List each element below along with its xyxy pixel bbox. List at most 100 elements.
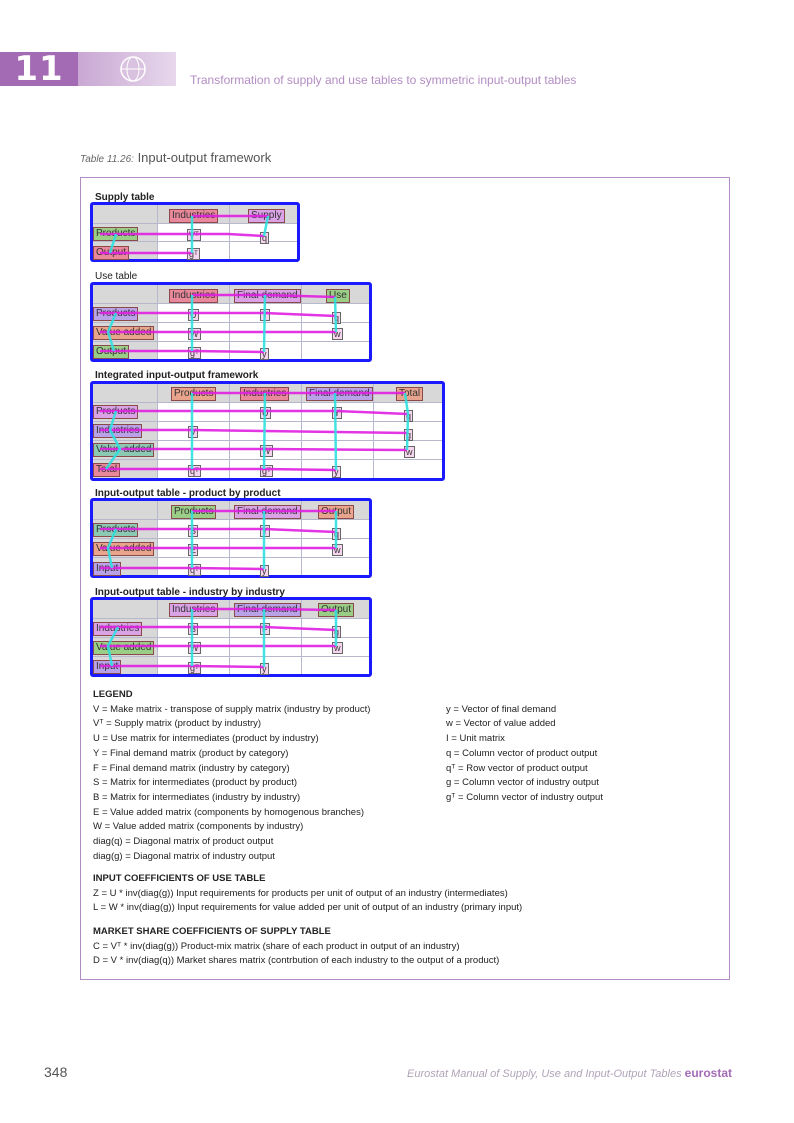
ixi-cell-w-vec: w	[332, 642, 343, 654]
use-row-value-added: Value added	[93, 326, 155, 340]
supply-cell-gt: gᵀ	[187, 248, 200, 260]
integrated-cell-y-vec: y	[332, 466, 341, 478]
chapter-number: 11	[0, 52, 78, 86]
legend-item: Y = Final demand matrix (product by cate…	[93, 747, 289, 759]
market-share-title: MARKET SHARE COEFFICIENTS OF SUPPLY TABL…	[93, 926, 331, 937]
use-cell-w-vec: w	[332, 328, 343, 340]
legend-item: Vᵀ = Supply matrix (product by industry)	[93, 718, 262, 730]
integrated-row-value-added: Value added	[93, 443, 155, 457]
legend-item: g = Column vector of industry output	[446, 777, 599, 789]
legend-item: qᵀ = Row vector of product output	[446, 762, 588, 774]
integrated-cell-u: U	[260, 407, 271, 419]
formula-line: L = W * inv(diag(g)) Input requirements …	[93, 902, 523, 914]
formula-line: C = Vᵀ * inv(diag(g)) Product-mix matrix…	[93, 940, 460, 952]
eurostat-logo: eurostat	[684, 1066, 732, 1080]
integrated-cell-v: V	[188, 426, 199, 438]
table-caption: Table 11.26: Input-output framework	[80, 150, 271, 165]
ixi-cell-g: g	[332, 626, 342, 638]
pxp-col-products: Products	[171, 505, 217, 519]
integrated-cell-q: q	[404, 410, 414, 422]
supply-row-products: Products	[93, 227, 139, 241]
pxp-cell-y: Y	[260, 525, 271, 537]
ixi-cell-y-vec: y	[260, 663, 269, 675]
use-col-use: Use	[326, 289, 350, 303]
pxp-cell-y-vec: y	[260, 565, 269, 577]
integrated-row-total: Total	[93, 463, 121, 477]
publication-title: Eurostat Manual of Supply, Use and Input…	[407, 1068, 682, 1080]
ixi-col-output: Output	[318, 603, 355, 617]
integrated-col-industries: Industries	[240, 387, 290, 401]
pxp-row-value-added: Value added	[93, 542, 155, 556]
legend: LEGEND V = Make matrix - transpose of su…	[93, 688, 370, 864]
integrated-cell-qt: qᵀ	[188, 465, 201, 477]
integrated-cell-w: W	[260, 445, 273, 457]
integrated-row-products: Products	[93, 405, 139, 419]
supply-col-industries: Industries	[169, 209, 219, 223]
pxp-cell-qt: qᵀ	[188, 564, 201, 576]
legend-title: LEGEND	[93, 689, 133, 700]
page-number: 348	[44, 1064, 68, 1080]
integrated-cell-g: g	[404, 429, 414, 441]
ixi-col-final-demand: Final demand	[234, 603, 301, 617]
legend-item: q = Column vector of product output	[446, 747, 598, 759]
pxp-col-final-demand: Final demand	[234, 505, 301, 519]
integrated-col-total: Total	[396, 387, 424, 401]
legend-item: w = Vector of value added	[446, 718, 556, 730]
integrated-cell-y: Y	[332, 407, 343, 419]
ixi-row-input: Input	[93, 660, 122, 674]
legend-right: y = Vector of final demand w = Vector of…	[446, 703, 603, 806]
supply-row-output: Output	[93, 246, 130, 260]
supply-cell-q: q	[260, 232, 270, 244]
legend-item: B = Matrix for intermediates (industry b…	[93, 791, 301, 803]
use-cell-u: U	[188, 309, 199, 321]
formula-line: Z = U * inv(diag(g)) Input requirements …	[93, 887, 508, 899]
input-coefficients-title: INPUT COEFFICIENTS OF USE TABLE	[93, 873, 266, 884]
legend-item: W = Value added matrix (components by in…	[93, 821, 304, 833]
use-cell-gt: gᵀ	[188, 347, 201, 359]
ixi-cell-w: W	[188, 642, 201, 654]
pxp-cell-w: w	[332, 544, 343, 556]
table-caption-title: Input-output framework	[137, 150, 272, 165]
legend-item: I = Unit matrix	[446, 733, 505, 745]
use-cell-y-vec: y	[260, 348, 269, 360]
market-share: MARKET SHARE COEFFICIENTS OF SUPPLY TABL…	[93, 925, 499, 969]
pxp-row-products: Products	[93, 523, 139, 537]
ixi-cell-f: F	[260, 623, 270, 635]
use-cell-y: Y	[260, 309, 271, 321]
legend-item: diag(q) = Diagonal matrix of product out…	[93, 836, 274, 848]
legend-item: V = Make matrix - transpose of supply ma…	[93, 703, 371, 715]
legend-item: gᵀ = Column vector of industry output	[446, 791, 603, 803]
use-row-output: Output	[93, 345, 130, 359]
input-coefficients: INPUT COEFFICIENTS OF USE TABLE Z = U * …	[93, 872, 522, 916]
use-row-products: Products	[93, 307, 139, 321]
legend-item: S = Matrix for intermediates (product by…	[93, 777, 298, 789]
use-table-title: Use table	[95, 271, 138, 282]
pxp-col-output: Output	[318, 505, 355, 519]
use-cell-q: q	[332, 312, 342, 324]
use-cell-w: W	[188, 328, 201, 340]
integrated-table-title: Integrated input-output framework	[95, 370, 259, 381]
supply-cell-vt: Vᵀ	[187, 229, 201, 241]
footer-publication: Eurostat Manual of Supply, Use and Input…	[407, 1066, 732, 1080]
ixi-col-industries: Industries	[169, 603, 219, 617]
pxp-cell-s: S	[188, 525, 199, 537]
use-col-industries: Industries	[169, 289, 219, 303]
pxp-cell-q: q	[332, 528, 342, 540]
legend-item: U = Use matrix for intermediates (produc…	[93, 733, 319, 745]
formula-line: D = V * inv(diag(q)) Market shares matri…	[93, 955, 500, 967]
integrated-row-industries: Industries	[93, 424, 143, 438]
pxp-cell-e: E	[188, 544, 199, 556]
integrated-col-final-demand: Final demand	[306, 387, 373, 401]
ixi-cell-b: B	[188, 623, 199, 635]
use-col-final-demand: Final demand	[234, 289, 301, 303]
supply-col-supply: Supply	[248, 209, 285, 223]
integrated-cell-gt: gᵀ	[260, 465, 273, 477]
legend-item: F = Final demand matrix (industry by cat…	[93, 762, 290, 774]
chapter-title: Transformation of supply and use tables …	[190, 73, 577, 87]
integrated-cell-w-vec: w	[404, 446, 415, 458]
pxp-row-input: Input	[93, 562, 122, 576]
chapter-banner	[78, 52, 176, 86]
table-caption-label: Table 11.26:	[80, 154, 134, 165]
ixi-cell-gt: gᵀ	[188, 662, 201, 674]
integrated-col-products: Products	[171, 387, 217, 401]
